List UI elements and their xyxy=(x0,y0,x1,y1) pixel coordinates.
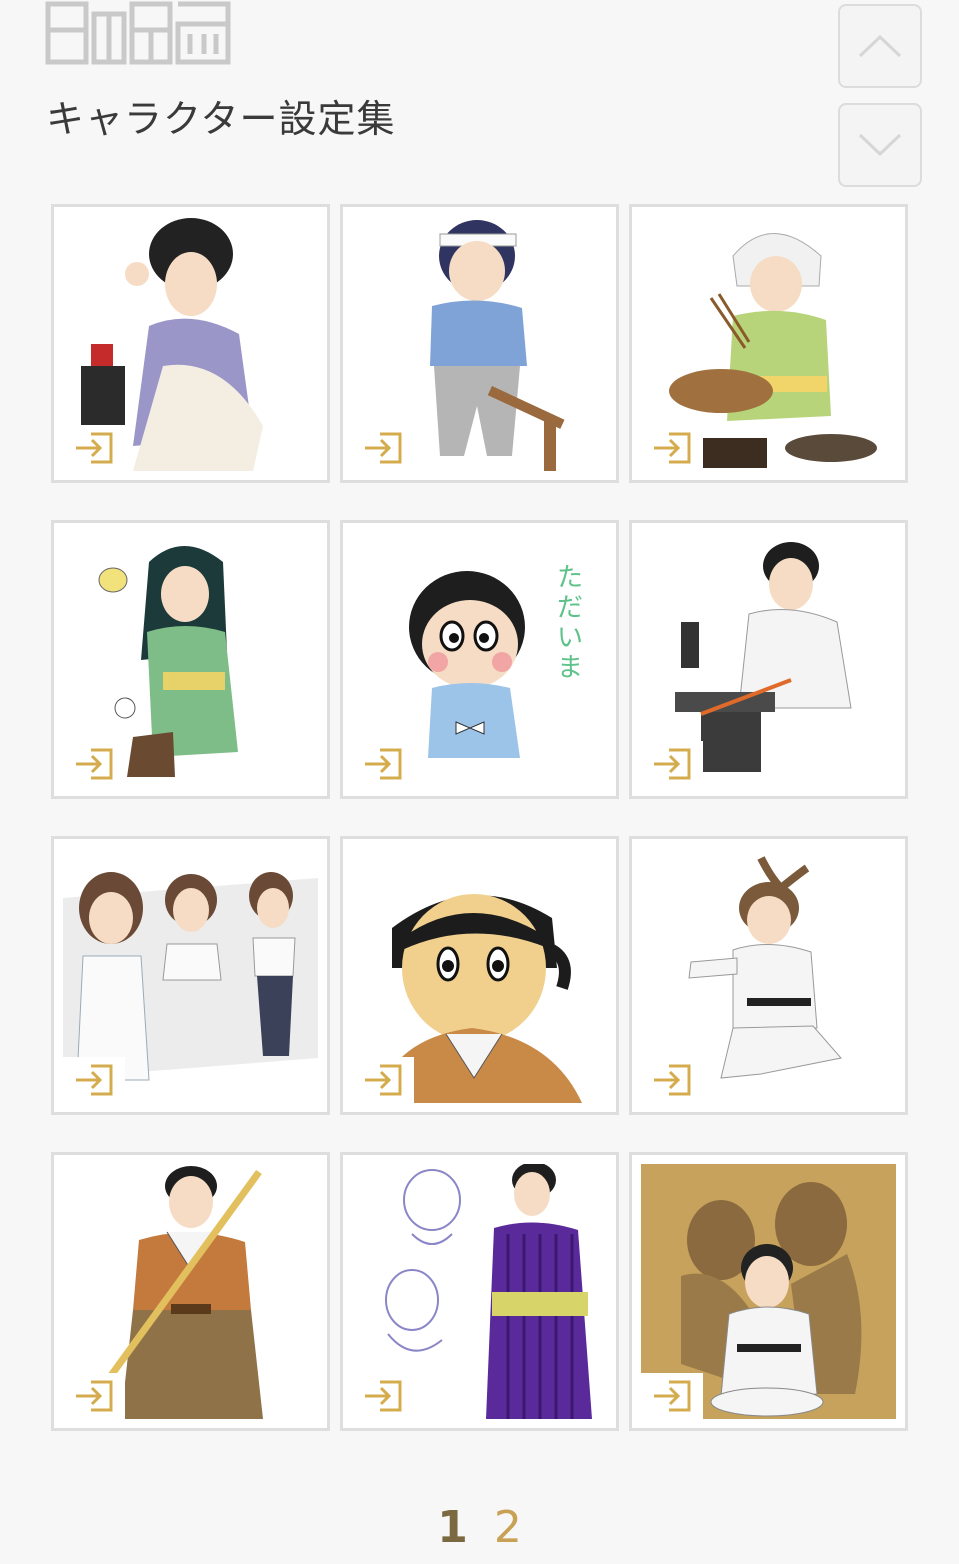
enter-icon xyxy=(76,432,113,464)
gallery-card[interactable] xyxy=(629,204,908,483)
enter-icon xyxy=(654,432,691,464)
gallery-card[interactable] xyxy=(629,1152,908,1431)
enter-icon xyxy=(76,748,113,780)
scroll-up-button[interactable] xyxy=(838,4,922,88)
gallery-card[interactable] xyxy=(51,836,330,1115)
enter-badge[interactable] xyxy=(63,1373,125,1419)
page-link-2[interactable]: 2 xyxy=(494,1506,522,1550)
chevron-down-icon xyxy=(858,133,902,157)
enter-icon xyxy=(365,1064,402,1096)
enter-icon xyxy=(654,748,691,780)
enter-icon xyxy=(76,1064,113,1096)
gallery-card[interactable] xyxy=(51,204,330,483)
brand-logo[interactable] xyxy=(44,0,234,70)
page: キャラクター設定集 ただいま 1 2 xyxy=(0,0,959,1564)
gallery-card[interactable] xyxy=(340,836,619,1115)
gallery-card[interactable] xyxy=(340,1152,619,1431)
enter-badge[interactable] xyxy=(63,1057,125,1103)
enter-badge[interactable] xyxy=(641,425,703,471)
enter-icon xyxy=(365,432,402,464)
enter-badge[interactable] xyxy=(63,741,125,787)
enter-icon xyxy=(365,748,402,780)
enter-icon xyxy=(654,1380,691,1412)
gallery-card[interactable]: ただいま xyxy=(340,520,619,799)
scroll-down-button[interactable] xyxy=(838,103,922,187)
enter-badge[interactable] xyxy=(352,425,414,471)
gallery-card[interactable] xyxy=(629,520,908,799)
enter-icon xyxy=(365,1380,402,1412)
gallery-card[interactable] xyxy=(51,1152,330,1431)
page-title: キャラクター設定集 xyxy=(46,97,396,141)
character-gallery: ただいま xyxy=(51,204,908,1431)
gallery-card[interactable] xyxy=(629,836,908,1115)
enter-badge[interactable] xyxy=(352,1057,414,1103)
gallery-card[interactable] xyxy=(51,520,330,799)
enter-badge[interactable] xyxy=(63,425,125,471)
enter-icon xyxy=(654,1064,691,1096)
enter-icon xyxy=(76,1380,113,1412)
enter-badge[interactable] xyxy=(641,1373,703,1419)
greeting-caption: ただいま xyxy=(557,563,584,683)
page-link-1[interactable]: 1 xyxy=(437,1506,468,1550)
enter-badge[interactable] xyxy=(641,1057,703,1103)
enter-badge[interactable] xyxy=(352,1373,414,1419)
pagination: 1 2 xyxy=(0,1506,959,1550)
chevron-up-icon xyxy=(858,34,902,58)
gallery-card[interactable] xyxy=(340,204,619,483)
enter-badge[interactable] xyxy=(352,741,414,787)
enter-badge[interactable] xyxy=(641,741,703,787)
brand-logo-graphic xyxy=(45,1,231,65)
